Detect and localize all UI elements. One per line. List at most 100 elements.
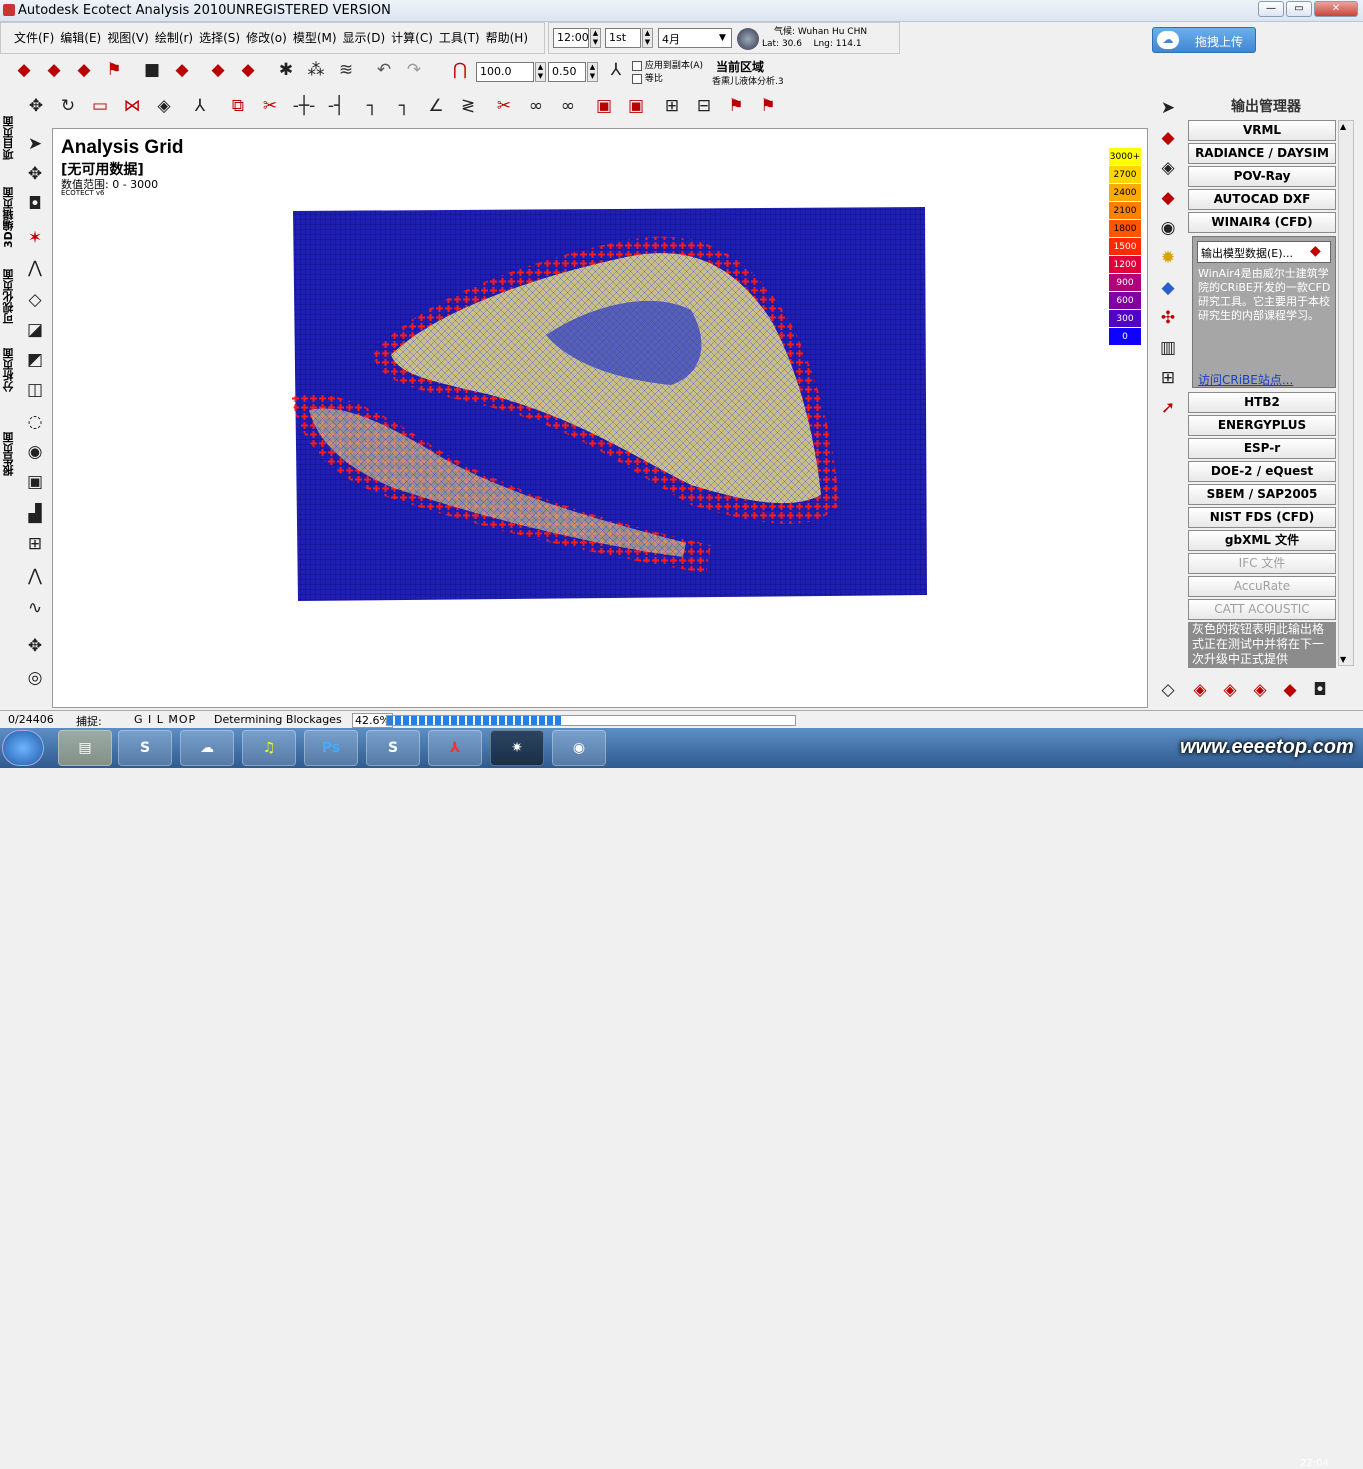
scroll-down-icon[interactable]: ▼	[1340, 655, 1346, 664]
day-spinner[interactable]: ▲ ▼	[642, 28, 653, 48]
output-button-nist-fds-cfd[interactable]: NIST FDS (CFD)	[1188, 507, 1336, 528]
menu-model[interactable]: 模型(M)	[290, 23, 340, 53]
wire-cube-icon[interactable]: ◇	[1154, 676, 1182, 704]
scale-spinner[interactable]: ▲ ▼	[535, 62, 546, 82]
view-top-icon[interactable]: ◈	[1186, 676, 1214, 704]
book-icon[interactable]: ◆	[168, 56, 196, 84]
maximize-button[interactable]: ▭	[1286, 1, 1312, 17]
music-icon[interactable]: ♫	[242, 730, 296, 766]
menu-edit[interactable]: 编辑(E)	[57, 23, 104, 53]
appliance-icon[interactable]: ▟	[21, 500, 49, 528]
baidu-cloud-icon[interactable]: ☁	[180, 730, 234, 766]
ecotect-icon[interactable]: ✷	[490, 730, 544, 766]
sogou-icon[interactable]: S	[118, 730, 172, 766]
split-line-icon[interactable]: -┼-	[290, 92, 318, 120]
export-model-button[interactable]: 输出模型数据(E)... ◆	[1197, 241, 1331, 263]
speaker-icon[interactable]: ◉	[21, 438, 49, 466]
time-spinner[interactable]: ▲ ▼	[590, 28, 601, 48]
move-icon[interactable]: ✥	[22, 92, 50, 120]
output-button-sbem-sap2005[interactable]: SBEM / SAP2005	[1188, 484, 1336, 505]
output-button-autocad-dxf[interactable]: AUTOCAD DXF	[1188, 189, 1336, 210]
view-iso-icon[interactable]: ◆	[1276, 676, 1304, 704]
tab-analysis[interactable]: 分析页面	[1, 340, 17, 400]
unlink-icon[interactable]: ∞	[554, 92, 582, 120]
output-button-htb2[interactable]: HTB2	[1188, 392, 1336, 413]
tab-report[interactable]: 报告页面	[1, 422, 17, 486]
ratio-input[interactable]: 0.50	[548, 62, 586, 82]
table2-icon[interactable]: ⊟	[690, 92, 718, 120]
tab-3d-edit[interactable]: 3D编辑页面	[1, 178, 17, 258]
output-button-vrml[interactable]: VRML	[1188, 120, 1336, 141]
reset-view-icon[interactable]: ◎	[21, 664, 49, 692]
cut-icon[interactable]: ◆	[204, 56, 232, 84]
scroll-up-icon[interactable]: ▲	[1340, 122, 1346, 131]
mirror-icon[interactable]: ⋈	[118, 92, 146, 120]
scatter-icon[interactable]: ⁂	[302, 56, 330, 84]
book2-icon[interactable]: ◆	[1154, 184, 1182, 212]
extrude-icon[interactable]: ◈	[150, 92, 178, 120]
output-button-energyplus[interactable]: ENERGYPLUS	[1188, 415, 1336, 436]
camera-icon[interactable]: ◘	[21, 190, 49, 218]
blue-panel-icon[interactable]: ◆	[1154, 274, 1182, 302]
orbit-icon[interactable]: ✥	[21, 632, 49, 660]
node-icon[interactable]: ⅄	[186, 92, 214, 120]
camera3-icon[interactable]: ◘	[1306, 676, 1334, 704]
output-button-radiance-daysim[interactable]: RADIANCE / DAYSIM	[1188, 143, 1336, 164]
rotate-icon[interactable]: ↻	[54, 92, 82, 120]
output-scrollbar[interactable]: ▲ ▼	[1338, 120, 1354, 666]
output-button-esp-r[interactable]: ESP-r	[1188, 438, 1336, 459]
pointer-icon[interactable]: ➤	[21, 130, 49, 158]
view-front-icon[interactable]: ◈	[1216, 676, 1244, 704]
menu-display[interactable]: 显示(D)	[340, 23, 389, 53]
tab-visualize[interactable]: 可视化页面	[1, 260, 17, 334]
time-input[interactable]: 12:00	[553, 28, 589, 48]
clock[interactable]: 22:04	[1300, 1458, 1329, 1469]
menu-draw[interactable]: 绘制(r)	[152, 23, 196, 53]
open-file-icon[interactable]: ◆	[40, 56, 68, 84]
axes-icon[interactable]: ⅄	[602, 56, 630, 84]
globe-app-icon[interactable]: ◉	[552, 730, 606, 766]
pdf-icon[interactable]: ⅄	[428, 730, 482, 766]
view-side-icon[interactable]: ◈	[1246, 676, 1274, 704]
menu-file[interactable]: 文件(F)	[11, 23, 57, 53]
explorer-icon[interactable]: ▤	[58, 730, 112, 766]
corner2-icon[interactable]: ┐	[390, 92, 418, 120]
render-icon[interactable]: ■	[138, 56, 166, 84]
upload-button[interactable]: ☁ 拖拽上传	[1152, 27, 1256, 53]
output-button-gbxml[interactable]: gbXML 文件	[1188, 530, 1336, 551]
menu-help[interactable]: 帮助(H)	[483, 23, 531, 53]
snap-modes[interactable]: G I L MOP	[134, 713, 196, 726]
flag-red2-icon[interactable]: ⚑	[754, 92, 782, 120]
tab-project[interactable]: 项目页面	[1, 102, 17, 174]
start-button[interactable]	[2, 730, 44, 766]
curve-icon[interactable]: ∿	[21, 594, 49, 622]
menu-select[interactable]: 选择(S)	[196, 23, 243, 53]
light-bulb-icon[interactable]: ◌	[21, 408, 49, 436]
camera2-icon[interactable]: ▣	[21, 468, 49, 496]
link-icon[interactable]: ∞	[522, 92, 550, 120]
table-icon[interactable]: ⊞	[658, 92, 686, 120]
close-button[interactable]: ✕	[1314, 1, 1358, 17]
menu-modify[interactable]: 修改(o)	[243, 23, 290, 53]
menu-calculate[interactable]: 计算(C)	[388, 23, 436, 53]
redo-icon[interactable]: ↷	[400, 56, 428, 84]
network-icon[interactable]: ⊞	[1154, 364, 1182, 392]
output-button-doe-2-equest[interactable]: DOE-2 / eQuest	[1188, 461, 1336, 482]
menu-view[interactable]: 视图(V)	[104, 23, 152, 53]
bin-icon[interactable]: ▥	[1154, 334, 1182, 362]
paw-icon[interactable]: ✱	[272, 56, 300, 84]
angle-icon[interactable]: ∠	[422, 92, 450, 120]
scale-icon[interactable]: ▭	[86, 92, 114, 120]
molecule-icon[interactable]: ✣	[1154, 304, 1182, 332]
corner-icon[interactable]: ┐	[358, 92, 386, 120]
undo-icon[interactable]: ↶	[370, 56, 398, 84]
minimize-button[interactable]: —	[1258, 1, 1284, 17]
model-viewport[interactable]: Analysis Grid [无可用数据] 数值范围: 0 - 3000 ECO…	[52, 128, 1148, 708]
eye-icon[interactable]: ◉	[1154, 214, 1182, 242]
flag-icon[interactable]: ⚑	[100, 56, 128, 84]
ratio-spinner[interactable]: ▲ ▼	[587, 62, 598, 82]
floor-icon[interactable]: ◫	[21, 376, 49, 404]
output-button-pov-ray[interactable]: POV-Ray	[1188, 166, 1336, 187]
line-icon[interactable]: ⋀	[21, 254, 49, 282]
divide-icon[interactable]: ⧉	[224, 92, 252, 120]
